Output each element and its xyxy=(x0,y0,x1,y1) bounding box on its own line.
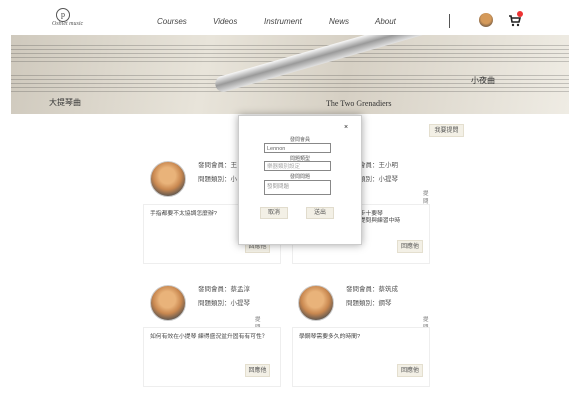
cart-badge xyxy=(517,11,523,17)
avatar xyxy=(150,161,186,197)
avatar xyxy=(150,285,186,321)
post-category: 問題類別：小 xyxy=(198,176,237,183)
sheet-title-1: The Two Grenadiers xyxy=(326,99,392,108)
reply-button[interactable]: 回應他 xyxy=(397,240,423,253)
sheet-title-3: 小夜曲 xyxy=(471,76,495,85)
category-field[interactable]: 樂器類別設定 xyxy=(264,161,331,171)
logo-circle-icon: p xyxy=(56,8,70,22)
top-nav: p Oshiet music Courses Videos Instrument… xyxy=(0,0,583,36)
sheet-title-2: 大提琴曲 xyxy=(49,98,81,107)
question-text: 琴一步十要琴 正常提問與練習中時 xyxy=(348,211,401,224)
post-category: 問題類別：小提琴 xyxy=(198,300,250,307)
question-text: 學鋼琴需要多久的時間? xyxy=(299,334,361,340)
ask-question-modal: × 發問會員 Lennon 問題類型 樂器類別設定 發問問題 發問問題 取消 送… xyxy=(238,115,362,245)
user-field[interactable]: Lennon xyxy=(264,143,331,153)
reply-button[interactable]: 回應他 xyxy=(245,364,270,377)
post-author: 發問會員：蔡筑成 xyxy=(346,286,398,293)
nav-link-about[interactable]: About xyxy=(375,17,396,26)
question-text: 如何有效在小提琴 練得盛況盆升固有有可性？ xyxy=(150,334,268,340)
brand-logo[interactable]: p Oshiet music xyxy=(52,8,92,32)
post-author: 發問會員：蔡孟淳 xyxy=(198,286,250,293)
question-box-4: 學鋼琴需要多久的時間? 回應他 xyxy=(292,327,430,387)
nav-link-instrument[interactable]: Instrument xyxy=(264,17,302,26)
user-avatar[interactable] xyxy=(479,13,493,27)
question-label: 發問問題 xyxy=(289,174,310,180)
post-category: 問題類別：鋼琴 xyxy=(346,300,392,307)
submit-button[interactable]: 送出 xyxy=(306,207,334,219)
hero-banner: The Two Grenadiers 大提琴曲 小夜曲 xyxy=(11,35,569,114)
reply-button[interactable]: 回應他 xyxy=(397,364,423,377)
user-label: 發問會員 xyxy=(289,137,310,143)
post-tag: 提問 xyxy=(423,191,429,205)
question-textarea[interactable]: 發問問題 xyxy=(264,180,331,195)
logo-text: Oshiet music xyxy=(52,21,84,27)
post-author: 發問會員：王 xyxy=(198,162,237,169)
flute-image xyxy=(213,35,449,94)
close-icon[interactable]: × xyxy=(344,124,348,131)
nav-link-courses[interactable]: Courses xyxy=(157,17,187,26)
nav-link-videos[interactable]: Videos xyxy=(213,17,237,26)
nav-link-news[interactable]: News xyxy=(329,17,349,26)
avatar xyxy=(298,285,334,321)
nav-separator xyxy=(449,14,450,28)
question-box-3: 如何有效在小提琴 練得盛況盆升固有有可性？ 回應他 xyxy=(143,327,281,387)
cancel-button[interactable]: 取消 xyxy=(260,207,288,219)
new-question-button[interactable]: 我要提問 xyxy=(429,124,464,137)
